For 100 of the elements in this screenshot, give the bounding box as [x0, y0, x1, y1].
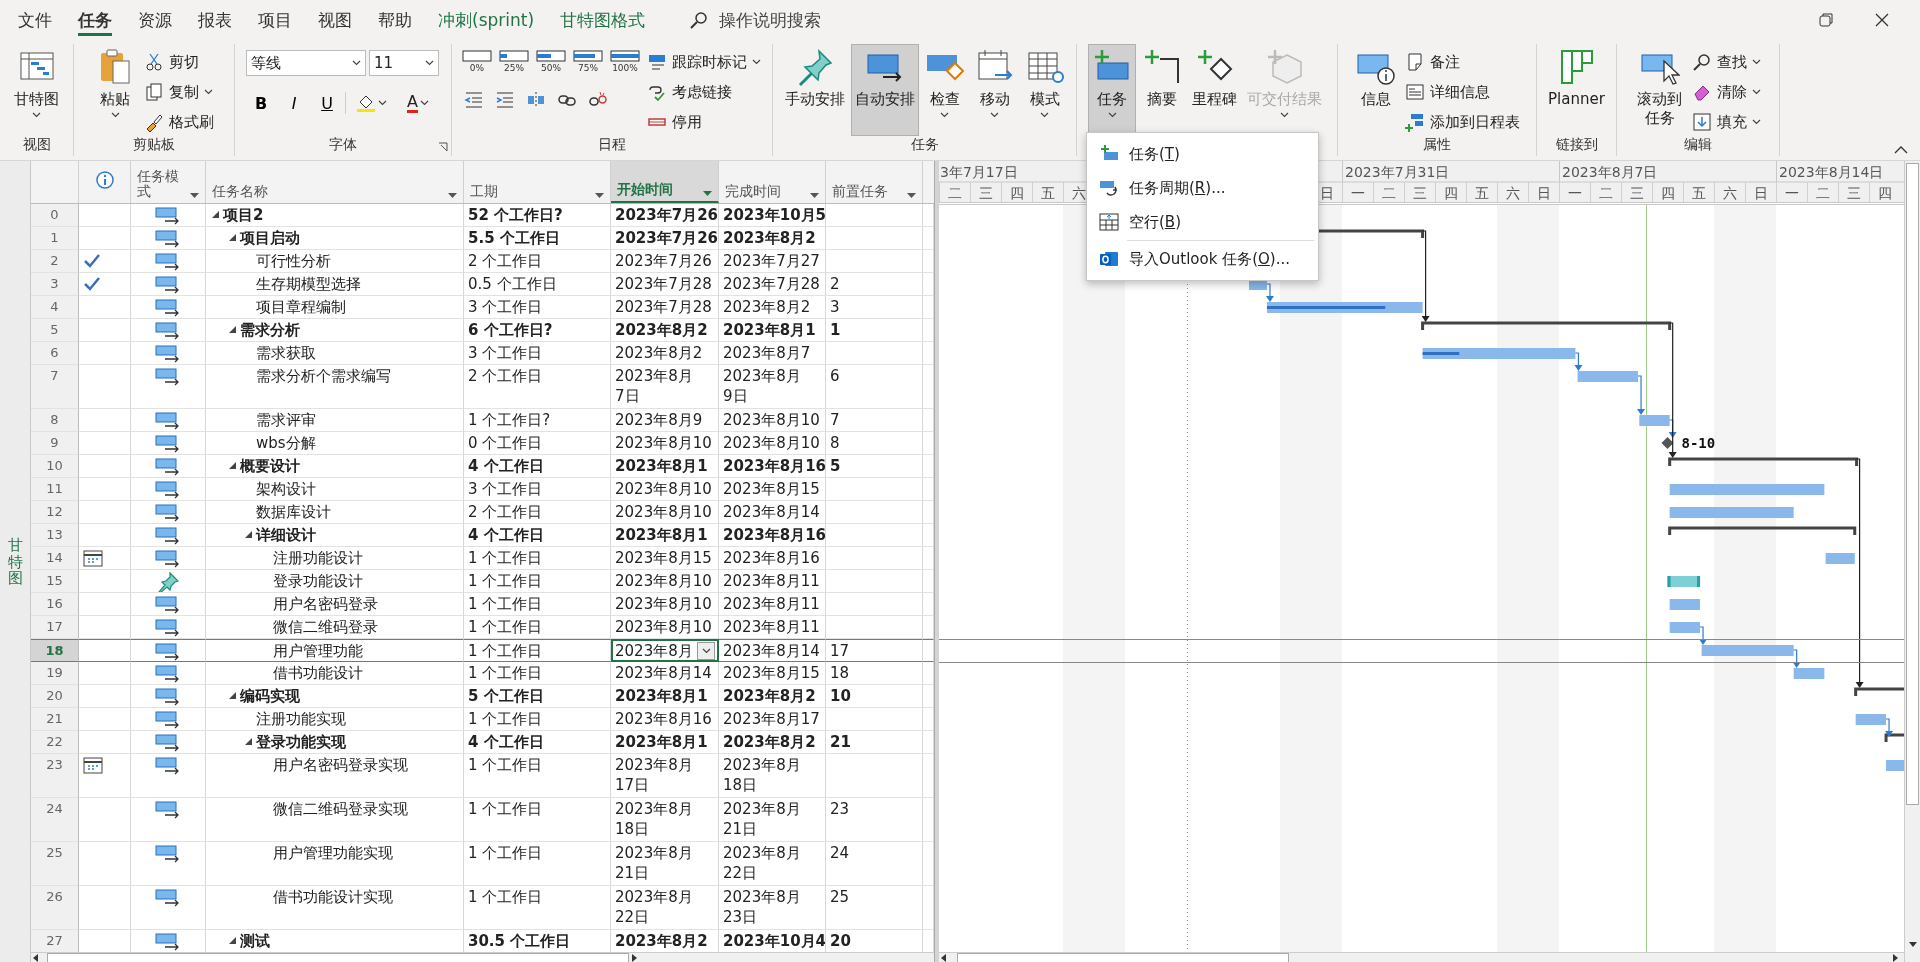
ribbon-tab[interactable]: 帮助 [366, 0, 424, 40]
ribbon-button[interactable]: 添加到日程表 [1401, 108, 1523, 136]
row-number[interactable]: 21 [31, 708, 79, 731]
expand-icon[interactable] [228, 692, 237, 700]
expand-icon[interactable] [228, 326, 237, 334]
ribbon-button[interactable]: 停用 [644, 108, 764, 136]
menu-item[interactable]: 任务周期(R)... [1087, 171, 1318, 205]
ribbon-tab[interactable]: 报表 [186, 0, 244, 40]
ribbon-tab[interactable]: 冲刺(sprint) [426, 0, 547, 40]
ribbon-tab[interactable]: 文件 [6, 0, 64, 40]
ribbon-tab[interactable]: 甘特图格式 [548, 0, 658, 40]
row-number[interactable]: 9 [31, 432, 79, 455]
expand-icon[interactable] [228, 462, 237, 470]
ribbon-button[interactable]: 跟踪时标记 [644, 48, 764, 76]
row-number[interactable]: 24 [31, 798, 79, 842]
expand-icon[interactable] [245, 531, 253, 539]
scroll-left-icon[interactable] [939, 953, 949, 962]
ribbon-tab[interactable]: 任务 [66, 0, 124, 40]
scroll-down-icon[interactable] [1907, 939, 1918, 949]
row-number[interactable]: 6 [31, 342, 79, 365]
collapse-icon[interactable] [1894, 145, 1908, 154]
row-number[interactable]: 0 [31, 204, 79, 227]
scrollbar-thumb[interactable] [957, 953, 1289, 962]
column-header[interactable]: 前置任务 [826, 161, 923, 203]
row-number[interactable]: 13 [31, 524, 79, 547]
ribbon-button[interactable]: 粘贴 [91, 44, 139, 136]
row-number[interactable]: 16 [31, 593, 79, 616]
percent-button[interactable]: 25% [497, 50, 531, 73]
column-header[interactable]: 完成时间 [719, 161, 826, 203]
row-number[interactable]: 3 [31, 273, 79, 296]
ribbon-button[interactable]: 摘要 [1138, 44, 1186, 136]
row-number[interactable]: 26 [31, 886, 79, 930]
row-number[interactable]: 15 [31, 570, 79, 593]
dialog-launcher-icon[interactable] [438, 142, 448, 152]
row-number[interactable]: 12 [31, 501, 79, 524]
font-color-button[interactable]: A [396, 88, 440, 118]
row-number[interactable]: 14 [31, 547, 79, 570]
row-number[interactable]: 8 [31, 409, 79, 432]
ribbon-button[interactable]: 剪切 [141, 48, 217, 76]
percent-button[interactable]: 75% [571, 50, 605, 73]
column-header[interactable]: 任务名称 [206, 161, 464, 203]
scrollbar-thumb[interactable] [1906, 163, 1919, 805]
row-number[interactable]: 18 [31, 639, 79, 662]
row-number[interactable]: 17 [31, 616, 79, 639]
ribbon-tab[interactable]: 项目 [246, 0, 304, 40]
percent-button[interactable]: 100% [608, 50, 642, 73]
row-number[interactable]: 11 [31, 478, 79, 501]
restore-icon[interactable] [1818, 12, 1834, 28]
column-header[interactable]: 开始时间 [611, 161, 719, 203]
expand-icon[interactable] [245, 738, 253, 746]
expand-icon[interactable] [212, 211, 220, 219]
indent-icon[interactable] [495, 90, 515, 110]
font-size-field[interactable]: 11 [369, 50, 439, 76]
ribbon-button[interactable]: 复制 [141, 78, 217, 106]
ribbon-button[interactable]: 信息 [1351, 44, 1400, 136]
bold-button[interactable]: B [246, 88, 276, 118]
row-number[interactable]: 1 [31, 227, 79, 250]
menu-item[interactable]: 空行(B) [1087, 205, 1318, 239]
row-number[interactable]: 2 [31, 250, 79, 273]
ribbon-button[interactable]: 滚动到任务 [1632, 44, 1687, 136]
ribbon-button[interactable]: 里程碑 [1188, 44, 1241, 136]
scroll-right-icon[interactable] [1890, 953, 1900, 962]
ribbon-button[interactable]: 详细信息 [1401, 78, 1523, 106]
row-number[interactable]: 7 [31, 365, 79, 409]
ribbon-button[interactable]: 填充 [1688, 108, 1764, 136]
ribbon-tab[interactable]: 资源 [126, 0, 184, 40]
ribbon-button[interactable]: 移动 [970, 44, 1019, 136]
expand-icon[interactable] [228, 937, 237, 945]
underline-button[interactable]: U [312, 88, 342, 118]
row-number[interactable]: 5 [31, 319, 79, 342]
ribbon-button[interactable]: 甘特图 [10, 44, 63, 136]
menu-item[interactable]: 导入Outlook 任务(O)... [1087, 242, 1318, 276]
row-number[interactable]: 22 [31, 731, 79, 754]
ribbon-button[interactable]: 检查 [920, 44, 969, 136]
percent-button[interactable]: 0% [460, 50, 494, 73]
search-field[interactable]: 操作说明搜索 [717, 9, 882, 31]
ribbon-button[interactable]: 查找 [1688, 48, 1764, 76]
close-icon[interactable] [1874, 12, 1890, 28]
ribbon-button[interactable]: 格式刷 [141, 108, 217, 136]
ribbon-button[interactable]: 清除 [1688, 78, 1764, 106]
italic-button[interactable]: I [279, 88, 309, 118]
row-number[interactable]: 20 [31, 685, 79, 708]
row-number[interactable]: 27 [31, 930, 79, 952]
scrollbar-thumb[interactable] [47, 953, 629, 962]
font-field[interactable]: 等线 [246, 50, 366, 76]
ribbon-button[interactable]: 手动安排 [780, 44, 849, 136]
row-number[interactable]: 25 [31, 842, 79, 886]
expand-icon[interactable] [228, 234, 237, 242]
row-number[interactable]: 23 [31, 754, 79, 798]
menu-item[interactable]: 任务(T) [1087, 137, 1318, 171]
ribbon-button[interactable]: 模式 [1020, 44, 1069, 136]
row-number[interactable]: 10 [31, 455, 79, 478]
row-number[interactable]: 19 [31, 662, 79, 685]
column-header[interactable]: 任务模式 [131, 161, 206, 203]
ribbon-button[interactable]: 自动安排 [850, 44, 919, 136]
outdent-icon[interactable] [464, 90, 484, 110]
percent-button[interactable]: 50% [534, 50, 568, 73]
ribbon-tab[interactable]: 视图 [306, 0, 364, 40]
ribbon-button[interactable]: Planner [1544, 44, 1609, 136]
date-field[interactable]: 2023年8月 [611, 639, 719, 662]
